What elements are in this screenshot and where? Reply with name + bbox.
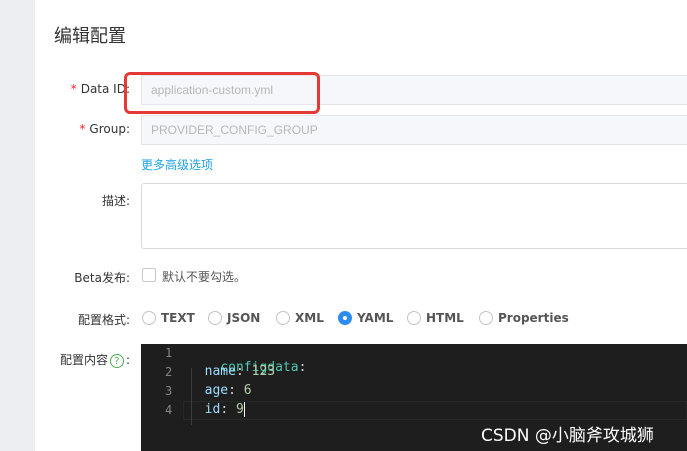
format-option-yaml[interactable]: YAML bbox=[338, 309, 393, 327]
data-id-label: * Data ID: bbox=[70, 82, 130, 96]
code-line: age: 6 bbox=[204, 383, 252, 398]
format-option-xml[interactable]: XML bbox=[276, 309, 324, 327]
required-mark: * bbox=[70, 82, 77, 96]
format-option-html[interactable]: HTML bbox=[407, 309, 464, 327]
radio-checked-icon bbox=[338, 311, 352, 325]
annotation-highlight-box bbox=[124, 72, 320, 114]
radio-circle-icon bbox=[142, 311, 156, 325]
watermark: CSDN @小脑斧攻城狮 bbox=[481, 426, 654, 446]
format-option-properties[interactable]: Properties bbox=[479, 309, 569, 327]
format-option-json[interactable]: JSON bbox=[208, 309, 260, 327]
radio-circle-icon bbox=[407, 311, 421, 325]
group-label: * Group: bbox=[79, 122, 130, 136]
beta-label: Beta发布: bbox=[74, 271, 130, 285]
description-label: 描述: bbox=[101, 194, 130, 208]
beta-checkbox-label: 默认不要勾选。 bbox=[162, 270, 247, 284]
radio-circle-icon bbox=[208, 311, 222, 325]
left-sidebar-strip bbox=[0, 0, 35, 451]
text-cursor bbox=[243, 402, 245, 417]
radio-circle-icon bbox=[479, 311, 493, 325]
description-textarea[interactable] bbox=[141, 183, 687, 249]
format-label: 配置格式: bbox=[77, 313, 130, 327]
line-number: 2 bbox=[165, 365, 173, 379]
help-icon[interactable]: ? bbox=[109, 354, 124, 368]
line-number: 3 bbox=[165, 384, 173, 398]
format-option-text[interactable]: TEXT bbox=[142, 309, 195, 327]
group-input[interactable]: PROVIDER_CONFIG_GROUP bbox=[141, 115, 687, 145]
code-line: name: 123 bbox=[204, 364, 276, 379]
beta-checkbox[interactable] bbox=[142, 268, 156, 282]
content-label: 配置内容?: bbox=[59, 353, 130, 368]
line-number: 4 bbox=[165, 403, 173, 417]
page-title: 编辑配置 bbox=[54, 26, 126, 47]
line-number: 1 bbox=[165, 346, 173, 360]
radio-circle-icon bbox=[276, 311, 290, 325]
required-mark: * bbox=[79, 122, 86, 136]
advanced-options-link[interactable]: 更多高级选项 bbox=[141, 156, 213, 173]
code-line: id: 9 bbox=[204, 402, 245, 417]
current-line-highlight bbox=[183, 401, 687, 420]
